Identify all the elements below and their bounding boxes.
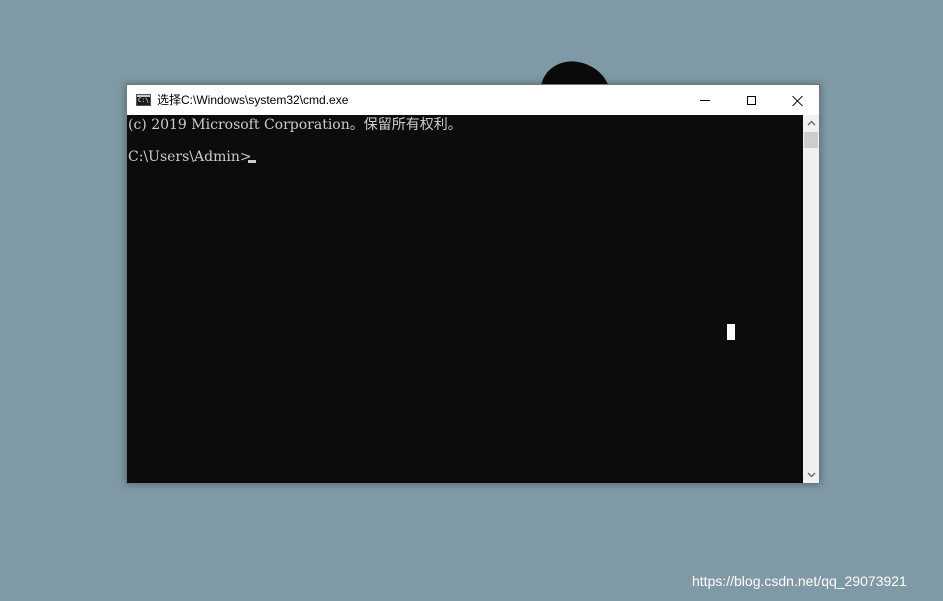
- scroll-thumb[interactable]: [804, 132, 818, 148]
- title-bar[interactable]: C:\ 选择C:\Windows\system32\cmd.exe: [127, 85, 819, 115]
- mouse-text-cursor: [727, 324, 735, 340]
- close-button[interactable]: [774, 85, 820, 115]
- console-output[interactable]: (c) 2019 Microsoft Corporation。保留所有权利。 C…: [127, 115, 803, 483]
- maximize-icon: [746, 95, 756, 105]
- close-icon: [792, 95, 803, 106]
- console-line-copyright: (c) 2019 Microsoft Corporation。保留所有权利。: [128, 117, 462, 133]
- scroll-up-button[interactable]: [803, 115, 819, 131]
- minimize-icon: [700, 99, 710, 101]
- desktop: C:\ 选择C:\Windows\system32\cmd.exe (c) 20…: [0, 0, 943, 601]
- cmd-app-icon[interactable]: C:\: [136, 94, 151, 106]
- text-caret: [248, 160, 256, 163]
- cmd-app-icon-label: C:\: [138, 97, 149, 104]
- watermark-url: https://blog.csdn.net/qq_29073921: [692, 573, 907, 589]
- cmd-window[interactable]: C:\ 选择C:\Windows\system32\cmd.exe (c) 20…: [126, 84, 820, 484]
- console-line-prompt: C:\Users\Admin>: [128, 149, 252, 165]
- window-title: 选择C:\Windows\system32\cmd.exe: [157, 93, 349, 107]
- chevron-up-icon: [807, 120, 815, 126]
- minimize-button[interactable]: [682, 85, 728, 115]
- vertical-scrollbar[interactable]: [803, 115, 819, 483]
- chevron-down-icon: [807, 472, 815, 478]
- maximize-button[interactable]: [728, 85, 774, 115]
- scroll-down-button[interactable]: [803, 467, 819, 483]
